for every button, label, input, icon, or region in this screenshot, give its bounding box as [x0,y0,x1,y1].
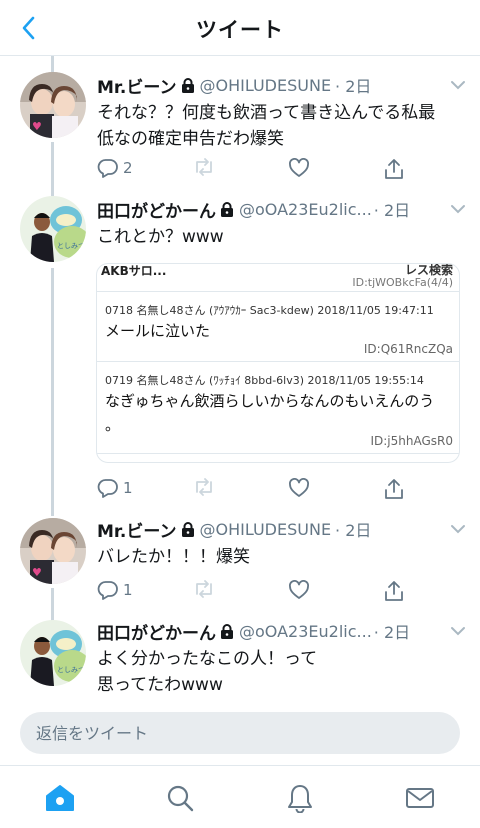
user-handle[interactable]: @oOA23Eu2lic... [239,622,372,641]
retweet-icon [196,158,212,176]
heart-icon [289,580,309,599]
user-handle[interactable]: @OHILUDESUNE [200,76,332,95]
avatar[interactable]: ♥ [20,72,86,138]
share-icon [385,479,403,499]
home-icon [46,785,74,811]
reply-icon [97,159,118,178]
tweet-text: それな？？何度も飲酒って書き込んでる私最 低なの確定申告だわ爆笑 [97,100,466,152]
chevron-down-icon[interactable] [444,626,466,636]
bell-icon [288,785,312,813]
reply-button[interactable]: 2 [97,158,133,178]
tab-search[interactable] [164,782,196,814]
tab-home[interactable] [44,782,76,814]
bottom-tab-bar [0,765,480,828]
retweet-button[interactable] [192,158,220,176]
user-handle[interactable]: @oOA23Eu2lic... [239,200,372,219]
lock-icon [181,521,195,537]
avatar[interactable]: としみつ [20,196,86,262]
board-title: AKBサロ... [101,264,167,278]
svg-text:としみつ: としみつ [57,242,85,250]
like-button[interactable] [288,158,314,178]
retweet-icon [196,580,212,598]
tab-notifications[interactable] [284,782,316,814]
share-icon [385,581,403,601]
tweet-text-line: それな？？何度も飲酒って書き込んでる私最 [97,103,436,123]
post-text: なぎゅちゃん飲酒らしいからなんのもいえんのう [105,392,435,410]
user-name[interactable]: Mr.ビーン [97,517,177,542]
reply-icon [97,479,118,498]
svg-text:♥: ♥ [32,120,42,133]
tweet-text-line: 思ってたわwww [97,675,223,695]
avatar[interactable]: としみつ [20,620,86,686]
share-button[interactable] [384,158,404,180]
like-button[interactable] [288,478,314,498]
attached-image[interactable]: AKBサロ... レス検索 ID:tjWOBkcFa(4/4) 0718 名無し… [96,263,460,463]
tweet-text: バレたか！！！爆笑 [97,544,466,570]
chevron-down-icon[interactable] [444,524,466,534]
share-button[interactable] [384,478,404,500]
avatar[interactable]: ♥ [20,518,86,584]
tweet-text: よく分かったなこの人！って 思ってたわwww [97,646,466,698]
tweet[interactable]: ♥ Mr.ビーン @OHILUDESUNE · 2日 バレたか！！！爆笑 1 [0,516,480,616]
tweet-text-line: よく分かったなこの人！って [97,649,318,669]
user-name[interactable]: Mr.ビーン [97,73,177,98]
image-header: AKBサロ... レス検索 ID:tjWOBkcFa(4/4) [97,264,459,292]
tab-messages[interactable] [404,782,436,814]
top-bar: ツイート [0,0,480,56]
tweet-text: これとか？www [97,224,466,250]
share-icon [385,159,403,179]
reply-button[interactable]: 1 [97,580,133,600]
svg-text:♥: ♥ [32,566,42,579]
svg-text:としみつ: としみつ [57,666,85,674]
tweet-text-line: バレたか！！！爆笑 [97,547,250,567]
page-title: ツイート [196,18,284,42]
tweet-text-line: これとか？www [97,227,224,247]
reply-icon [97,581,118,600]
post-text: 。 [105,416,121,434]
tweet[interactable]: ♥ Mr.ビーン @OHILUDESUNE · 2日 それな？？何度も飲酒って書… [0,72,480,192]
heart-icon [289,478,309,497]
reply-count: 1 [123,581,133,599]
lock-icon [181,77,195,93]
tweet-time: · 2日 [335,77,372,96]
post-id: ID:j5hhAGsR0 [370,434,453,448]
post-meta: 0719 名無し48さん (ﾜｯﾁｮｲ 8bbd-6lv3) 2018/11/0… [105,374,424,387]
board-post: 0718 名無し48さん (ｱｳｱｳｶｰ Sac3-kdew) 2018/11/… [97,292,459,362]
retweet-button[interactable] [192,478,220,496]
post-id: ID:Q61RncZQa [363,342,453,356]
reply-input[interactable] [20,712,460,754]
tweet[interactable]: としみつ 田口がどかーん @oOA23Eu2lic... · 2日 よく分かった… [0,618,480,702]
like-button[interactable] [288,580,314,600]
reply-count: 1 [123,479,133,497]
share-button[interactable] [384,580,404,602]
lock-icon [220,623,234,639]
reply-count: 2 [123,159,133,177]
retweet-icon [196,478,212,496]
retweet-button[interactable] [192,580,220,598]
tweet-time: · 2日 [373,201,411,220]
tweet-time: · 2日 [373,623,411,642]
mail-icon [406,788,434,808]
reply-composer[interactable] [20,712,460,754]
user-handle[interactable]: @OHILUDESUNE [200,520,332,539]
board-post: 0719 名無し48さん (ﾜｯﾁｮｲ 8bbd-6lv3) 2018/11/0… [97,362,459,454]
chevron-down-icon[interactable] [444,80,466,90]
lock-icon [220,201,234,217]
post-id: ID:tjWOBkcFa(4/4) [352,276,453,289]
thread-line [51,56,54,72]
tweet-time: · 2日 [335,521,372,540]
heart-icon [289,158,309,177]
user-name[interactable]: 田口がどかーん [97,619,216,644]
post-meta: 0718 名無し48さん (ｱｳｱｳｶｰ Sac3-kdew) 2018/11/… [105,304,434,317]
chevron-down-icon[interactable] [444,204,466,214]
reply-button[interactable]: 1 [97,478,133,498]
post-text: メールに泣いた [105,322,211,340]
user-name[interactable]: 田口がどかーん [97,197,216,222]
tweet-text-line: 低なの確定申告だわ爆笑 [97,129,284,149]
search-icon [167,785,194,812]
